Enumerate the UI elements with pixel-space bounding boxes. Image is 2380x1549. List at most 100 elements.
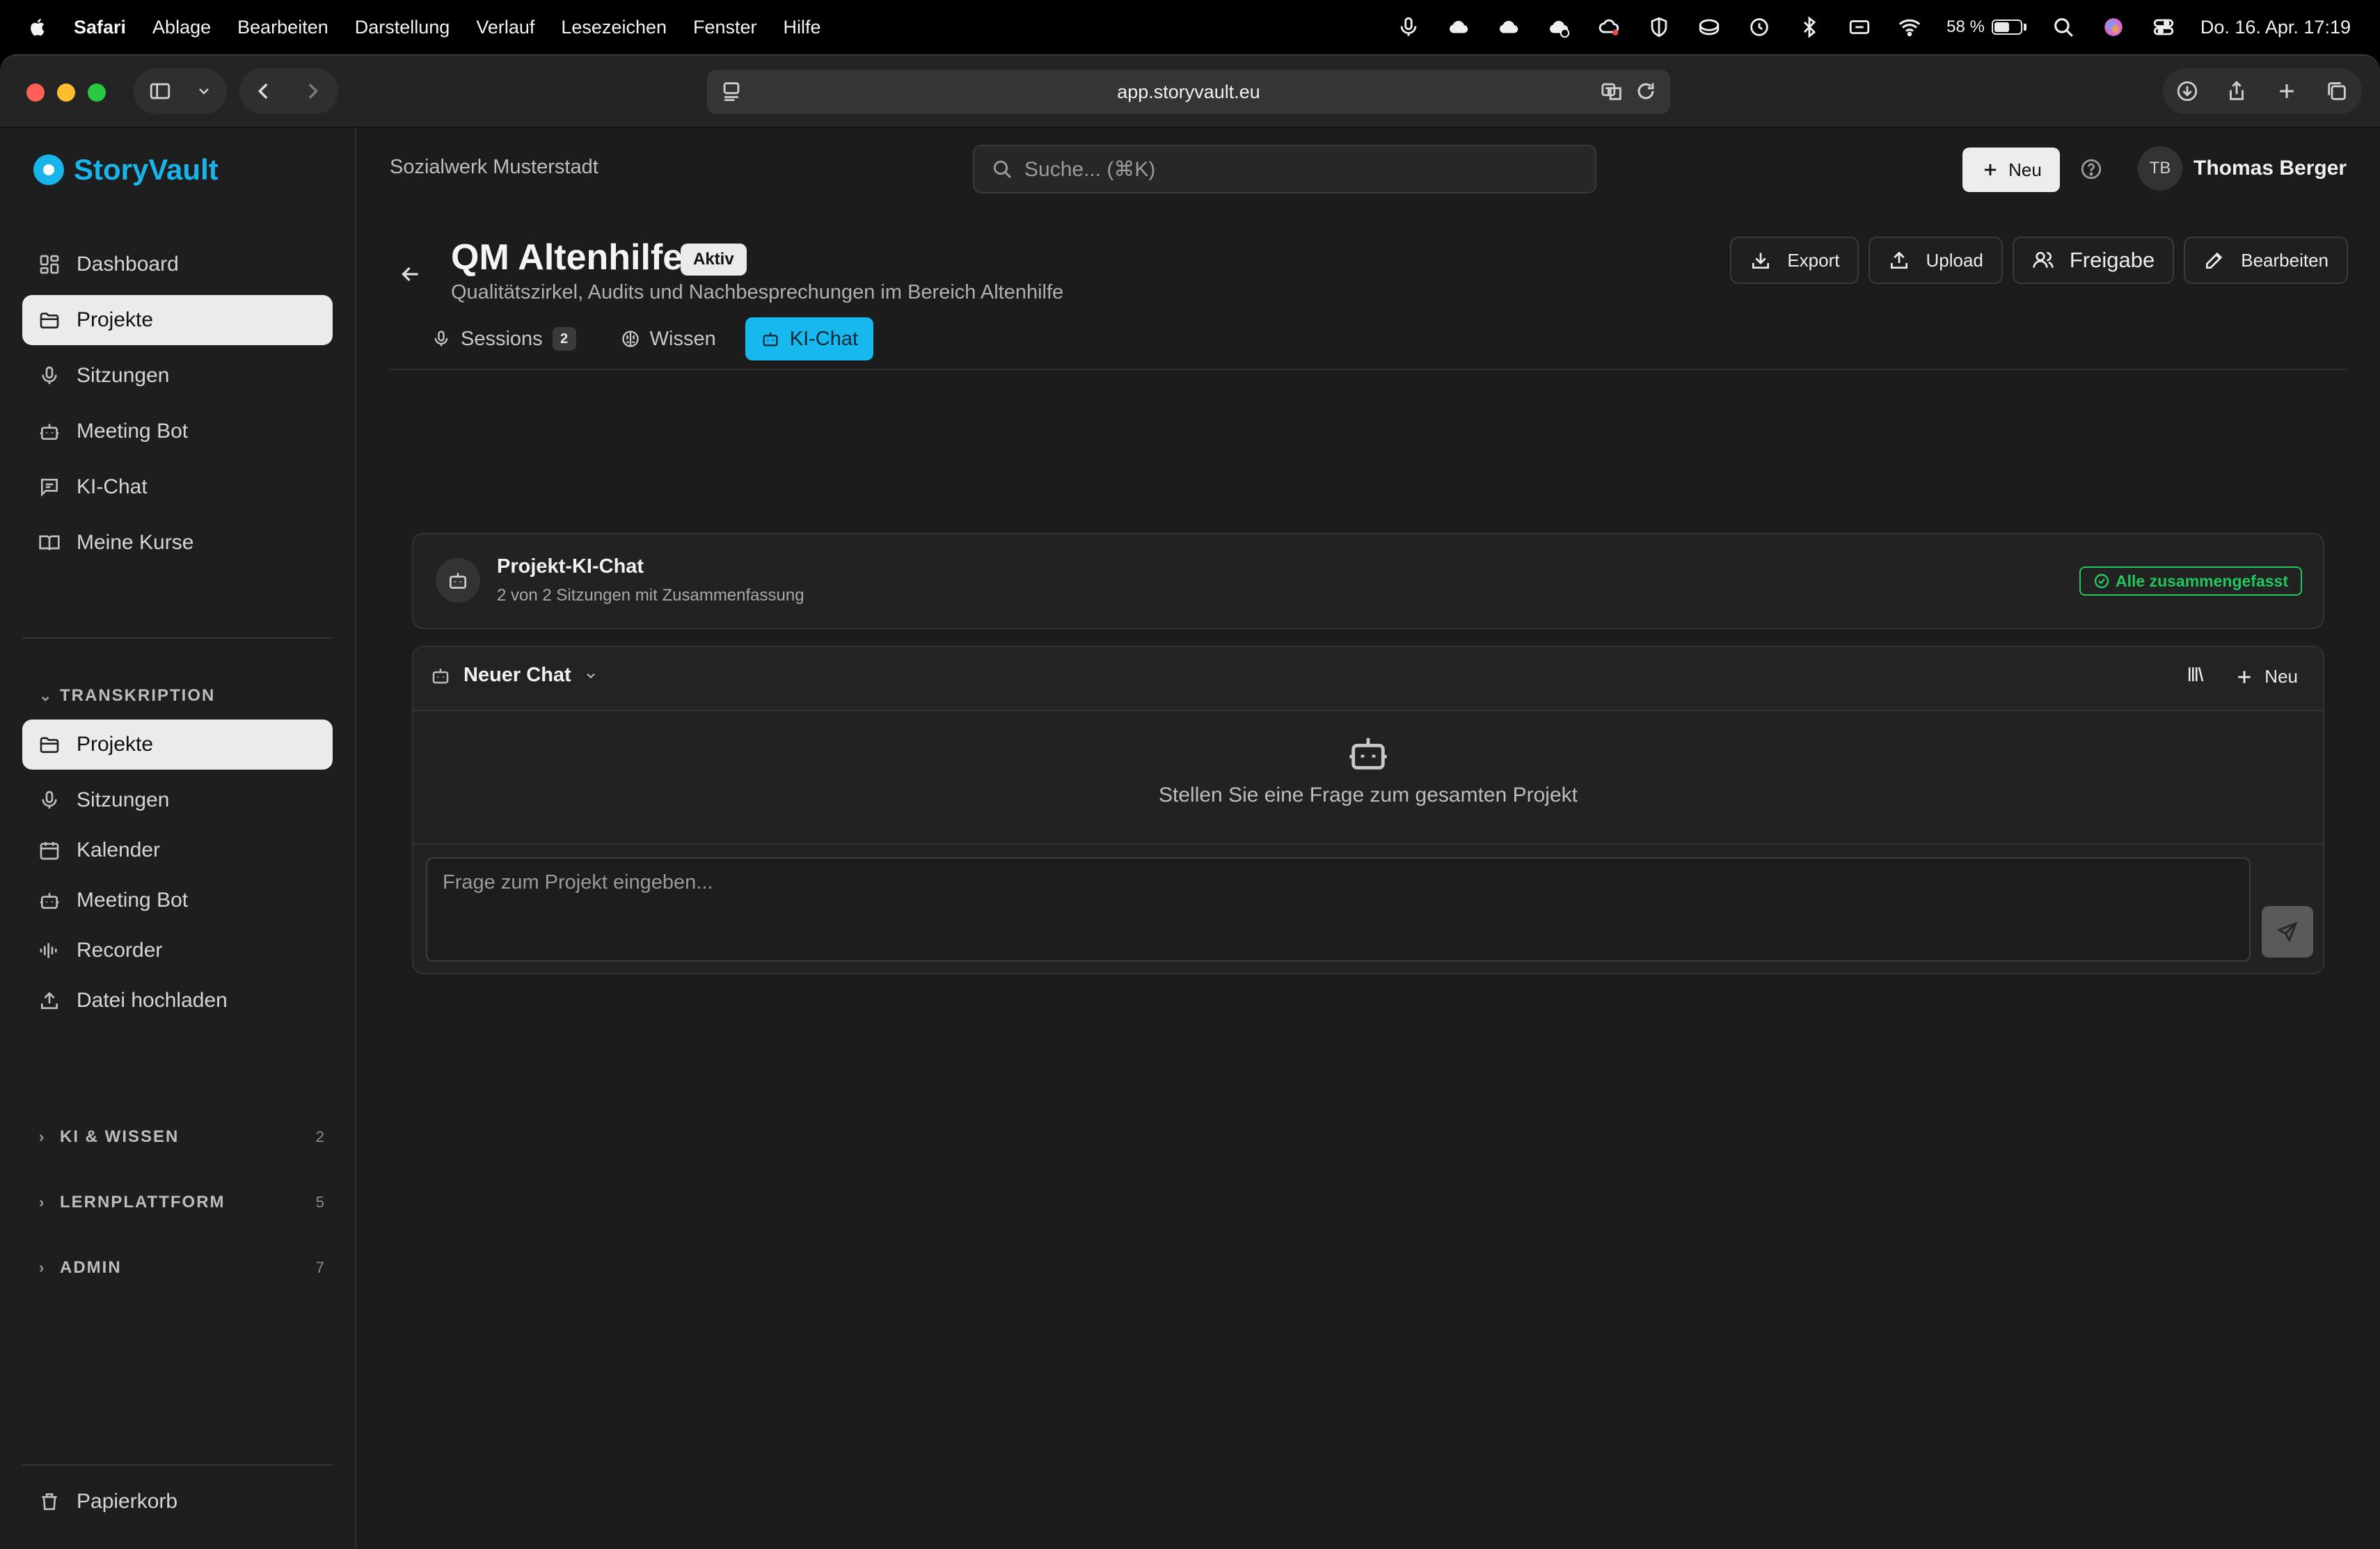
new-chat-button[interactable]: Neu (2234, 666, 2298, 688)
edit-button[interactable]: Bearbeiten (2184, 237, 2348, 284)
sidebar-item-dashboard[interactable]: Dashboard (22, 239, 333, 289)
forward-icon[interactable] (288, 68, 337, 114)
minimize-window-button[interactable] (57, 84, 75, 102)
sidebar-item-kalender[interactable]: Kalender (22, 825, 333, 875)
sidebar-item-recorder[interactable]: Recorder (22, 926, 333, 976)
time-machine-icon[interactable] (1746, 14, 1772, 40)
tab-sessions[interactable]: Sessions 2 (416, 317, 592, 360)
sidebar-item-meine-kurse[interactable]: Meine Kurse (22, 518, 333, 568)
main-content: QM Altenhilfe Aktiv Qualitätszirkel, Aud… (356, 209, 2380, 1549)
sidebar-item-sitzungen[interactable]: Sitzungen (22, 351, 333, 401)
user-menu[interactable]: TB Thomas Berger (2138, 146, 2347, 191)
url-text[interactable]: app.storyvault.eu (1117, 81, 1260, 103)
tab-overview-icon[interactable] (2312, 68, 2362, 114)
section-toggle-admin[interactable]: › ADMIN 7 (39, 1258, 324, 1278)
translate-icon[interactable] (1601, 79, 1624, 108)
wifi-icon[interactable] (1896, 14, 1923, 40)
creative-cloud-icon[interactable] (1596, 14, 1622, 40)
menubar-clock[interactable]: Do. 16. Apr. 17:19 (2200, 17, 2351, 38)
address-bar[interactable]: app.storyvault.eu (707, 70, 1670, 114)
question-input[interactable]: Frage zum Projekt eingeben... (426, 857, 2251, 962)
back-arrow-icon[interactable] (398, 262, 423, 287)
drive-icon[interactable] (1696, 14, 1722, 40)
window-controls (26, 84, 106, 102)
section-label: TRANSKRIPTION (60, 686, 216, 705)
chat-selector[interactable]: Neuer Chat (430, 664, 598, 687)
bluetooth-icon[interactable] (1796, 14, 1823, 40)
help-icon[interactable] (2079, 157, 2103, 181)
chevron-right-icon: › (39, 1193, 46, 1211)
back-icon[interactable] (239, 68, 288, 114)
brand-logo[interactable]: StoryVault (33, 153, 219, 186)
sidebar-toggle-group (134, 68, 227, 114)
display-icon[interactable] (1846, 14, 1873, 40)
new-chat-label: Neu (2264, 666, 2298, 687)
sidebar-item-label: Recorder (77, 939, 163, 962)
sidebar-item-transkription-meeting-bot[interactable]: Meeting Bot (22, 875, 333, 926)
section-toggle-lernplattform[interactable]: › LERNPLATTFORM 5 (39, 1193, 324, 1212)
search-input[interactable]: Suche... (⌘K) (973, 145, 1596, 193)
logo-icon (33, 154, 64, 185)
user-name: Thomas Berger (2193, 157, 2347, 180)
upload-button[interactable]: Upload (1869, 237, 2003, 284)
sidebar-item-datei-hochladen[interactable]: Datei hochladen (22, 976, 333, 1026)
browser-actions-group (2163, 68, 2362, 114)
sidebar-item-ki-chat[interactable]: KI-Chat (22, 462, 333, 512)
close-window-button[interactable] (26, 84, 45, 102)
cloud-icon[interactable] (1445, 14, 1472, 40)
library-icon[interactable] (2185, 664, 2206, 690)
sidebar-item-transkription-sitzungen[interactable]: Sitzungen (22, 775, 333, 825)
downloads-icon[interactable] (2163, 68, 2212, 114)
sidebar-item-label: Dashboard (77, 253, 179, 276)
chat-summary-subtitle: 2 von 2 Sitzungen mit Zusammenfassung (497, 586, 804, 605)
menu-item-bearbeiten[interactable]: Bearbeiten (237, 17, 328, 38)
cloud-upload-icon[interactable] (1546, 14, 1572, 40)
apple-menu-icon[interactable] (28, 15, 49, 39)
siri-icon[interactable] (2100, 14, 2127, 40)
page-title: QM Altenhilfe (451, 237, 683, 278)
storyvault-app: StoryVault Dashboard Projekte Sitzungen (0, 128, 2380, 1549)
menu-item-hilfe[interactable]: Hilfe (784, 17, 821, 38)
chevron-down-icon[interactable] (187, 68, 221, 114)
section-toggle-ki-wissen[interactable]: › KI & WISSEN 2 (39, 1127, 324, 1147)
sidebar: StoryVault Dashboard Projekte Sitzungen (0, 128, 356, 1549)
control-center-icon[interactable] (2150, 14, 2177, 40)
page-menu-icon[interactable] (720, 79, 743, 108)
menu-item-verlauf[interactable]: Verlauf (476, 17, 534, 38)
battery-percent: 58 % (1946, 17, 1985, 36)
plus-icon (1984, 164, 1997, 176)
export-button[interactable]: Export (1730, 237, 1859, 284)
chat-summary-card: Projekt-KI-Chat 2 von 2 Sitzungen mit Zu… (412, 533, 2324, 629)
menu-item-fenster[interactable]: Fenster (693, 17, 757, 38)
microphone-status-icon[interactable] (1395, 14, 1422, 40)
sidebar-toggle-icon[interactable] (134, 68, 187, 114)
shield-icon[interactable] (1646, 14, 1672, 40)
tab-wissen[interactable]: Wissen (605, 317, 731, 360)
menu-item-ablage[interactable]: Ablage (152, 17, 211, 38)
sidebar-item-projekte[interactable]: Projekte (22, 295, 333, 345)
sidebar-item-transkription-projekte[interactable]: Projekte (22, 720, 333, 770)
folder-open-icon (38, 733, 61, 756)
sidebar-item-papierkorb[interactable]: Papierkorb (22, 1477, 333, 1527)
new-tab-icon[interactable] (2262, 68, 2312, 114)
tab-ki-chat[interactable]: KI-Chat (745, 317, 874, 360)
bot-icon (436, 558, 480, 603)
tab-label: Wissen (649, 327, 716, 350)
new-button[interactable]: Neu (1962, 148, 2060, 192)
share-icon[interactable] (2212, 68, 2262, 114)
menu-item-lesezeichen[interactable]: Lesezeichen (561, 17, 667, 38)
empty-state-message: Stellen Sie eine Frage zum gesamten Proj… (1159, 784, 1578, 807)
sidebar-item-meeting-bot[interactable]: Meeting Bot (22, 406, 333, 456)
zoom-window-button[interactable] (88, 84, 106, 102)
section-toggle-transkription[interactable]: ⌄ TRANSKRIPTION (39, 686, 324, 706)
reload-icon[interactable] (1634, 79, 1658, 108)
battery-status[interactable]: 58 % (1946, 17, 2026, 37)
send-button[interactable] (2262, 906, 2313, 958)
page-subtitle: Qualitätszirkel, Audits und Nachbesprech… (451, 281, 1064, 303)
spotlight-search-icon[interactable] (2050, 14, 2077, 40)
menu-item-darstellung[interactable]: Darstellung (355, 17, 450, 38)
menu-app-name[interactable]: Safari (74, 17, 126, 38)
share-button[interactable]: Freigabe (2012, 237, 2175, 284)
download-icon (1752, 253, 1770, 269)
cloud-sync-icon[interactable] (1496, 14, 1522, 40)
